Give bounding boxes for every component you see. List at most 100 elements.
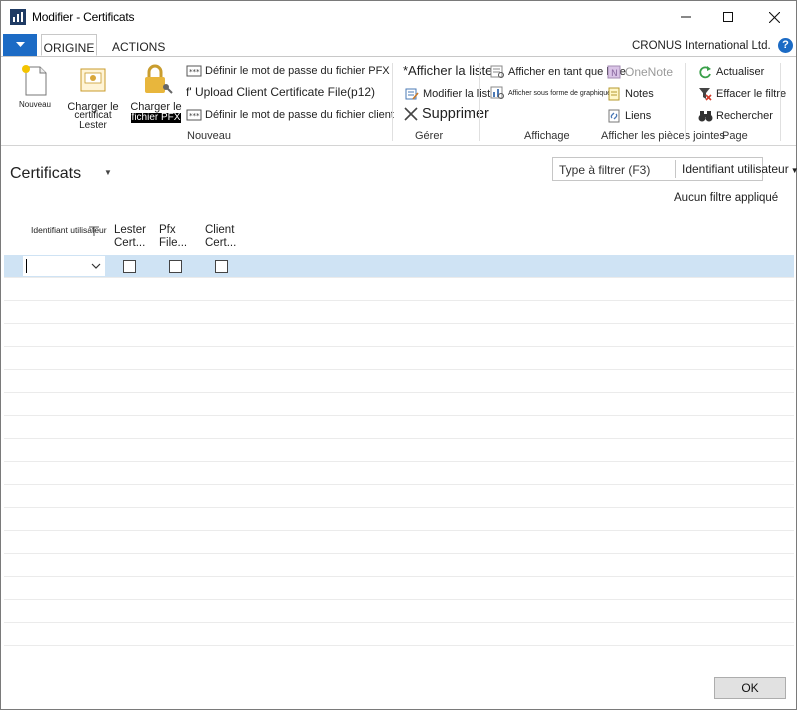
group-separator — [479, 63, 480, 141]
user-id-input[interactable] — [23, 256, 105, 276]
link-icon — [606, 108, 622, 124]
list-view-icon — [489, 64, 505, 80]
ribbon-tab-bar: ORIGINE ACTIONS CRONUS International Ltd… — [1, 34, 796, 57]
filter-field-select[interactable]: Identifiant utilisateur ▼ — [682, 162, 797, 176]
edit-list-button[interactable]: Modifier la liste — [404, 86, 496, 102]
group-separator — [685, 63, 686, 141]
ok-button[interactable]: OK — [714, 677, 786, 699]
grid-row-line — [4, 277, 794, 278]
upload-client-certificate-button[interactable]: f' Upload Client Certificate File(p12) — [186, 85, 375, 99]
client-cert-checkbox[interactable] — [215, 260, 228, 273]
close-button[interactable] — [751, 1, 797, 33]
chart-view-icon — [489, 85, 505, 101]
grid-row-line — [4, 576, 794, 577]
grid-row-line — [4, 438, 794, 439]
chevron-down-icon[interactable]: ▼ — [104, 168, 112, 177]
load-pfx-label-2: fichier PFX — [130, 112, 182, 123]
chevron-down-icon[interactable] — [91, 263, 101, 269]
password-icon: *** — [186, 63, 202, 79]
svg-text:***: *** — [189, 112, 200, 120]
certificate-icon — [80, 68, 106, 92]
load-lester-certificate-button[interactable]: Charger le certificat Lester — [61, 63, 125, 131]
grid-row-line — [4, 369, 794, 370]
no-filter-status: Aucun filtre appliqué — [674, 192, 779, 204]
new-document-icon — [22, 65, 47, 96]
grid-row-line — [4, 645, 794, 646]
maximize-button[interactable] — [705, 1, 751, 33]
group-label-attachments: Afficher les pièces jointes — [601, 130, 725, 142]
grid-row-line — [4, 484, 794, 485]
binoculars-icon — [697, 108, 713, 124]
grid-row-line — [4, 622, 794, 623]
svg-text:***: *** — [189, 68, 200, 76]
show-as-chart-button[interactable]: Afficher sous forme de graphique — [489, 85, 611, 101]
grid-row-line — [4, 346, 794, 347]
modifier-certificats-window: Modifier - Certificats ORIGINE ACTIONS C… — [0, 0, 797, 710]
set-client-password-button[interactable]: *** Définir le mot de passe du fichier c… — [186, 107, 394, 123]
grid-row-line — [4, 553, 794, 554]
group-separator — [392, 63, 393, 141]
maximize-icon — [723, 12, 733, 22]
grid-row-line — [4, 599, 794, 600]
title-bar: Modifier - Certificats — [1, 1, 796, 33]
notes-icon — [606, 86, 622, 102]
refresh-button[interactable]: Actualiser — [697, 64, 764, 80]
tab-origine[interactable]: ORIGINE — [41, 34, 97, 56]
grid-row-line — [4, 323, 794, 324]
set-pfx-password-button[interactable]: *** Définir le mot de passe du fichier P… — [186, 63, 390, 79]
refresh-icon — [697, 64, 713, 80]
filter-input[interactable]: Type à filtrer (F3) — [559, 163, 650, 177]
lock-key-icon — [145, 64, 173, 94]
delete-button[interactable]: Supprimer — [403, 106, 489, 122]
password-icon: *** — [186, 107, 202, 123]
grid-row-line — [4, 530, 794, 531]
group-label-page: Page — [722, 130, 748, 142]
ribbon: Nouveau Charger le certificat Lester Cha… — [1, 57, 796, 146]
close-icon — [768, 11, 780, 23]
sort-handle-icon — [89, 226, 99, 236]
lester-cert-checkbox[interactable] — [123, 260, 136, 273]
group-label-affichage: Affichage — [524, 130, 570, 142]
text-cursor — [26, 259, 27, 273]
column-header-pfx-file[interactable]: Pfx File... — [159, 224, 187, 250]
onenote-icon: N — [606, 64, 622, 80]
clear-filter-icon — [697, 86, 713, 102]
minimize-button[interactable] — [663, 1, 709, 33]
page-title: Certificats — [10, 165, 82, 182]
filter-divider — [675, 160, 676, 178]
load-lester-label-2: certificat Lester — [74, 110, 112, 131]
window-title: Modifier - Certificats — [32, 10, 135, 24]
load-pfx-label-1: Charger le — [130, 101, 182, 113]
group-separator — [780, 63, 781, 141]
dynamics-nav-icon — [10, 9, 26, 25]
pfx-file-checkbox[interactable] — [169, 260, 182, 273]
onenote-button[interactable]: N OneNote — [606, 64, 673, 80]
grid-row-line — [4, 415, 794, 416]
group-label-gerer: Gérer — [415, 130, 444, 142]
company-name[interactable]: CRONUS International Ltd. — [632, 40, 771, 52]
chevron-down-icon: ▼ — [790, 166, 797, 175]
find-button[interactable]: Rechercher — [697, 108, 773, 124]
filter-box: Type à filtrer (F3) Identifiant utilisat… — [552, 157, 797, 181]
tab-actions[interactable]: ACTIONS — [112, 34, 165, 56]
minimize-icon — [681, 16, 691, 18]
clear-filter-button[interactable]: Effacer le filtre — [697, 86, 786, 102]
group-label-nouveau: Nouveau — [187, 130, 232, 142]
grid-row-line — [4, 507, 794, 508]
notes-button[interactable]: Notes — [606, 86, 654, 102]
grid-row-line — [4, 461, 794, 462]
svg-text:N: N — [611, 69, 618, 79]
delete-x-icon — [403, 106, 419, 122]
column-header-lester-cert[interactable]: Lester Cert... — [114, 224, 146, 250]
help-icon[interactable]: ? — [778, 38, 793, 53]
grid-row-line — [4, 300, 794, 301]
new-label: Nouveau — [18, 100, 52, 109]
links-button[interactable]: Liens — [606, 108, 651, 124]
caret-down-icon — [15, 42, 25, 47]
grid-row-line — [4, 392, 794, 393]
new-button[interactable]: Nouveau — [15, 63, 55, 110]
edit-list-icon — [404, 86, 420, 102]
application-menu-button[interactable] — [3, 34, 37, 56]
load-pfx-file-button[interactable]: Charger le fichier PFX — [127, 63, 185, 123]
column-header-client-cert[interactable]: Client Cert... — [205, 224, 236, 250]
